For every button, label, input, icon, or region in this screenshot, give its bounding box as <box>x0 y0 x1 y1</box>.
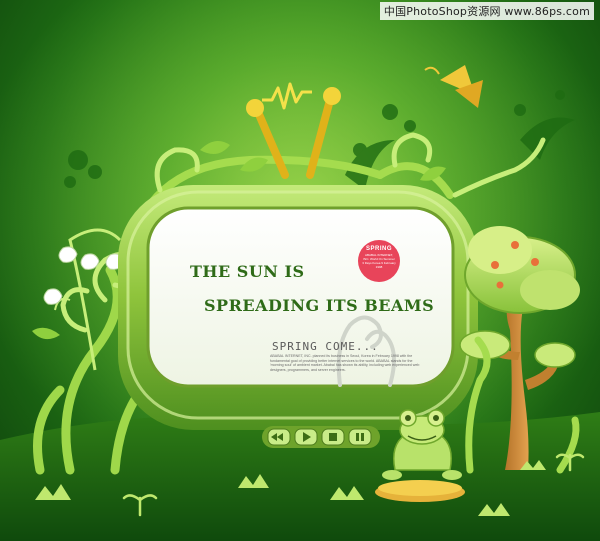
tagline: SPRING COME... <box>272 340 379 353</box>
tv-controls <box>262 426 380 448</box>
illustration: 中国PhotoShop资源网 www.86ps.com THE SUN IS S… <box>0 0 600 541</box>
headline-line-2: SPREADING ITS BEAMS <box>204 296 435 315</box>
badge-title: SPRING <box>365 246 392 252</box>
spring-badge: SPRING ABABAL INTERNET, INC. World On Su… <box>358 240 400 282</box>
fine-print: ABABAL INTERNET, INC. planned its busine… <box>270 354 420 372</box>
badge-text: ABABAL INTERNET, INC. World On Summer 3 … <box>362 253 396 269</box>
watermark: 中国PhotoShop资源网 www.86ps.com <box>379 2 594 20</box>
headline-line-1: THE SUN IS <box>190 262 305 281</box>
